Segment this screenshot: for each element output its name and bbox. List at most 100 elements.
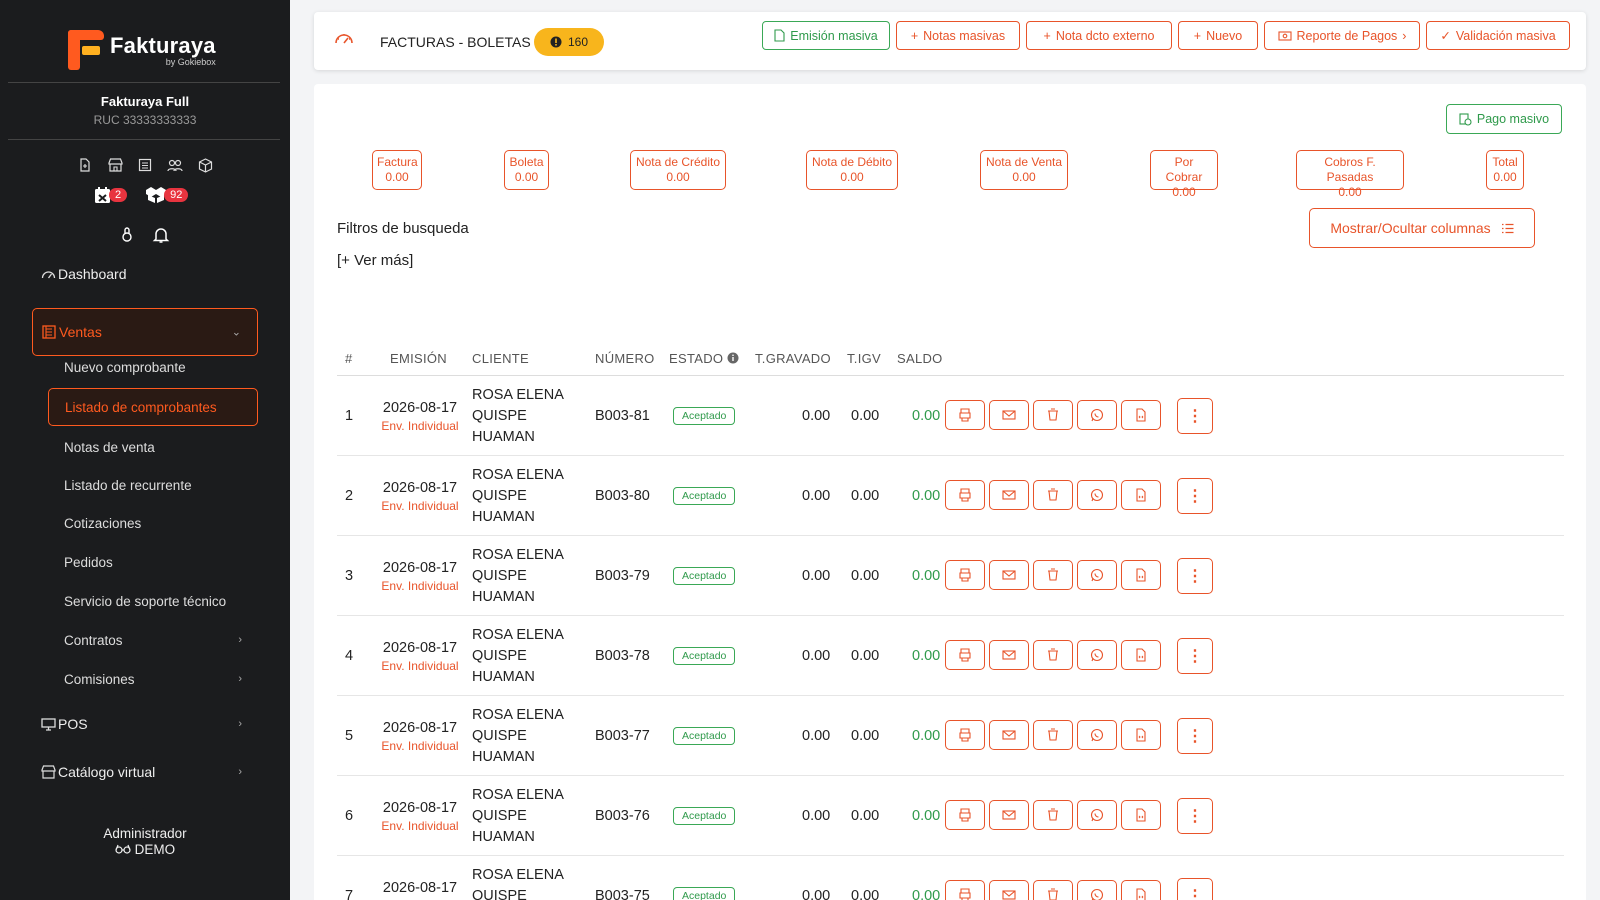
print-button[interactable] — [945, 400, 985, 430]
users-icon[interactable] — [166, 156, 184, 174]
calendar-badge[interactable]: 2 — [94, 186, 128, 204]
ver-mas-link[interactable]: [+ Ver más] — [337, 252, 413, 269]
row-env-link[interactable]: Env. Individual — [381, 658, 458, 674]
void-button[interactable] — [1033, 800, 1073, 830]
void-button[interactable] — [1033, 720, 1073, 750]
void-button[interactable] — [1033, 880, 1073, 900]
email-button[interactable] — [989, 400, 1029, 430]
more-options-button[interactable]: ⋮ — [1177, 638, 1213, 674]
row-env-link[interactable]: Env. Individual — [381, 578, 458, 594]
nav-notas-venta[interactable]: Notas de venta — [48, 428, 258, 466]
more-options-button[interactable]: ⋮ — [1177, 398, 1213, 434]
nav-comisiones[interactable]: Comisiones › — [48, 660, 258, 698]
row-env-link[interactable]: Env. Individual — [381, 498, 458, 514]
whatsapp-button[interactable] — [1077, 400, 1117, 430]
gauge-icon — [334, 30, 354, 51]
nav-dashboard[interactable]: Dashboard — [32, 264, 258, 294]
user-name: DEMO — [134, 842, 176, 857]
summary-factura: Factura 0.00 — [372, 150, 422, 190]
nav-pos[interactable]: POS › — [32, 704, 258, 744]
nav-contratos[interactable]: Contratos › — [48, 621, 258, 659]
nav-pedidos[interactable]: Pedidos — [48, 543, 258, 581]
lock-icon[interactable] — [120, 226, 134, 249]
bell-icon[interactable] — [152, 226, 170, 249]
row-gravado: 0.00 — [802, 648, 831, 664]
email-button[interactable] — [989, 720, 1029, 750]
whatsapp-button[interactable] — [1077, 800, 1117, 830]
nav-listado-comprobantes[interactable]: Listado de comprobantes — [48, 388, 258, 426]
print-button[interactable] — [945, 880, 985, 900]
print-button[interactable] — [945, 560, 985, 590]
nav-cotizaciones[interactable]: Cotizaciones — [48, 504, 258, 542]
more-options-button[interactable]: ⋮ — [1177, 718, 1213, 754]
nav-catalogo[interactable]: Catálogo virtual › — [32, 752, 258, 792]
void-button[interactable] — [1033, 400, 1073, 430]
store-icon[interactable] — [106, 156, 124, 174]
xml-button[interactable] — [1121, 880, 1161, 900]
print-button[interactable] — [945, 720, 985, 750]
void-button[interactable] — [1033, 640, 1073, 670]
void-button[interactable] — [1033, 480, 1073, 510]
status-badge: Aceptado — [673, 487, 736, 505]
xml-button[interactable] — [1121, 640, 1161, 670]
sidebar: Fakturaya by Gokiebox Fakturaya Full RUC… — [0, 0, 290, 900]
row-env-link[interactable]: Env. Individual — [381, 818, 458, 834]
email-button[interactable] — [989, 480, 1029, 510]
row-index: 1 — [345, 408, 354, 424]
whatsapp-button[interactable] — [1077, 880, 1117, 900]
boxes-badge[interactable]: 92 — [145, 186, 189, 204]
mail-icon — [1002, 730, 1016, 740]
more-options-button[interactable]: ⋮ — [1177, 558, 1213, 594]
row-date: 2026-08-17 — [382, 640, 458, 656]
emision-masiva-button[interactable]: Emisión masiva — [762, 21, 890, 50]
user-block[interactable]: Administrador DEMO — [0, 826, 290, 858]
xml-button[interactable] — [1121, 560, 1161, 590]
list-icon[interactable] — [136, 156, 154, 174]
whatsapp-button[interactable] — [1077, 480, 1117, 510]
more-options-button[interactable]: ⋮ — [1177, 798, 1213, 834]
more-options-button[interactable]: ⋮ — [1177, 878, 1213, 900]
row-env-link[interactable]: Env. Individual — [381, 418, 458, 434]
whatsapp-button[interactable] — [1077, 560, 1117, 590]
nav-dashboard-label: Dashboard — [58, 266, 127, 282]
email-button[interactable] — [989, 560, 1029, 590]
nav-listado-recurrente[interactable]: Listado de recurrente — [48, 466, 258, 504]
email-button[interactable] — [989, 800, 1029, 830]
email-button[interactable] — [989, 880, 1029, 900]
print-button[interactable] — [945, 800, 985, 830]
nuevo-button[interactable]: + Nuevo — [1178, 21, 1258, 50]
reporte-pagos-button[interactable]: Reporte de Pagos › — [1264, 21, 1420, 50]
col-estado[interactable]: ESTADO — [669, 340, 739, 376]
table-row: 7 2026-08-17Env. Individual ROSA ELENA QUIS… — [337, 856, 1564, 900]
print-button[interactable] — [945, 640, 985, 670]
nav-nuevo-comprobante[interactable]: Nuevo comprobante — [48, 348, 258, 386]
row-numero: B003-78 — [595, 648, 650, 664]
row-env-link[interactable]: Env. Individual — [381, 738, 458, 754]
nav-soporte-tecnico[interactable]: Servicio de soporte técnico — [48, 582, 258, 620]
whatsapp-button[interactable] — [1077, 720, 1117, 750]
xml-button[interactable] — [1121, 720, 1161, 750]
nota-dcto-externo-button[interactable]: + Nota dcto externo — [1026, 21, 1172, 50]
more-options-button[interactable]: ⋮ — [1177, 478, 1213, 514]
email-button[interactable] — [989, 640, 1029, 670]
payment-icon — [1459, 112, 1472, 126]
whatsapp-button[interactable] — [1077, 640, 1117, 670]
whatsapp-icon — [1090, 648, 1104, 662]
void-button[interactable] — [1033, 560, 1073, 590]
row-client-line: ROSA ELENA — [472, 546, 564, 563]
xml-button[interactable] — [1121, 480, 1161, 510]
col-gravado: T.GRAVADO — [755, 350, 831, 366]
row-cliente: ROSA ELENA QUISPE HUAMAN — [472, 616, 564, 696]
xml-button[interactable] — [1121, 800, 1161, 830]
toggle-columns-button[interactable]: Mostrar/Ocultar columnas — [1309, 208, 1535, 248]
notas-masivas-button[interactable]: + Notas masivas — [896, 21, 1020, 50]
box-icon[interactable] — [196, 156, 214, 174]
pago-masivo-button[interactable]: Pago masivo — [1446, 104, 1562, 134]
pending-count-badge[interactable]: 160 — [534, 28, 604, 56]
brand-logo[interactable]: Fakturaya by Gokiebox — [68, 26, 228, 74]
xml-button[interactable] — [1121, 400, 1161, 430]
plus-icon: + — [910, 28, 919, 43]
document-icon[interactable] — [76, 156, 94, 174]
print-button[interactable] — [945, 480, 985, 510]
validacion-masiva-button[interactable]: ✓ Validación masiva — [1426, 21, 1570, 50]
